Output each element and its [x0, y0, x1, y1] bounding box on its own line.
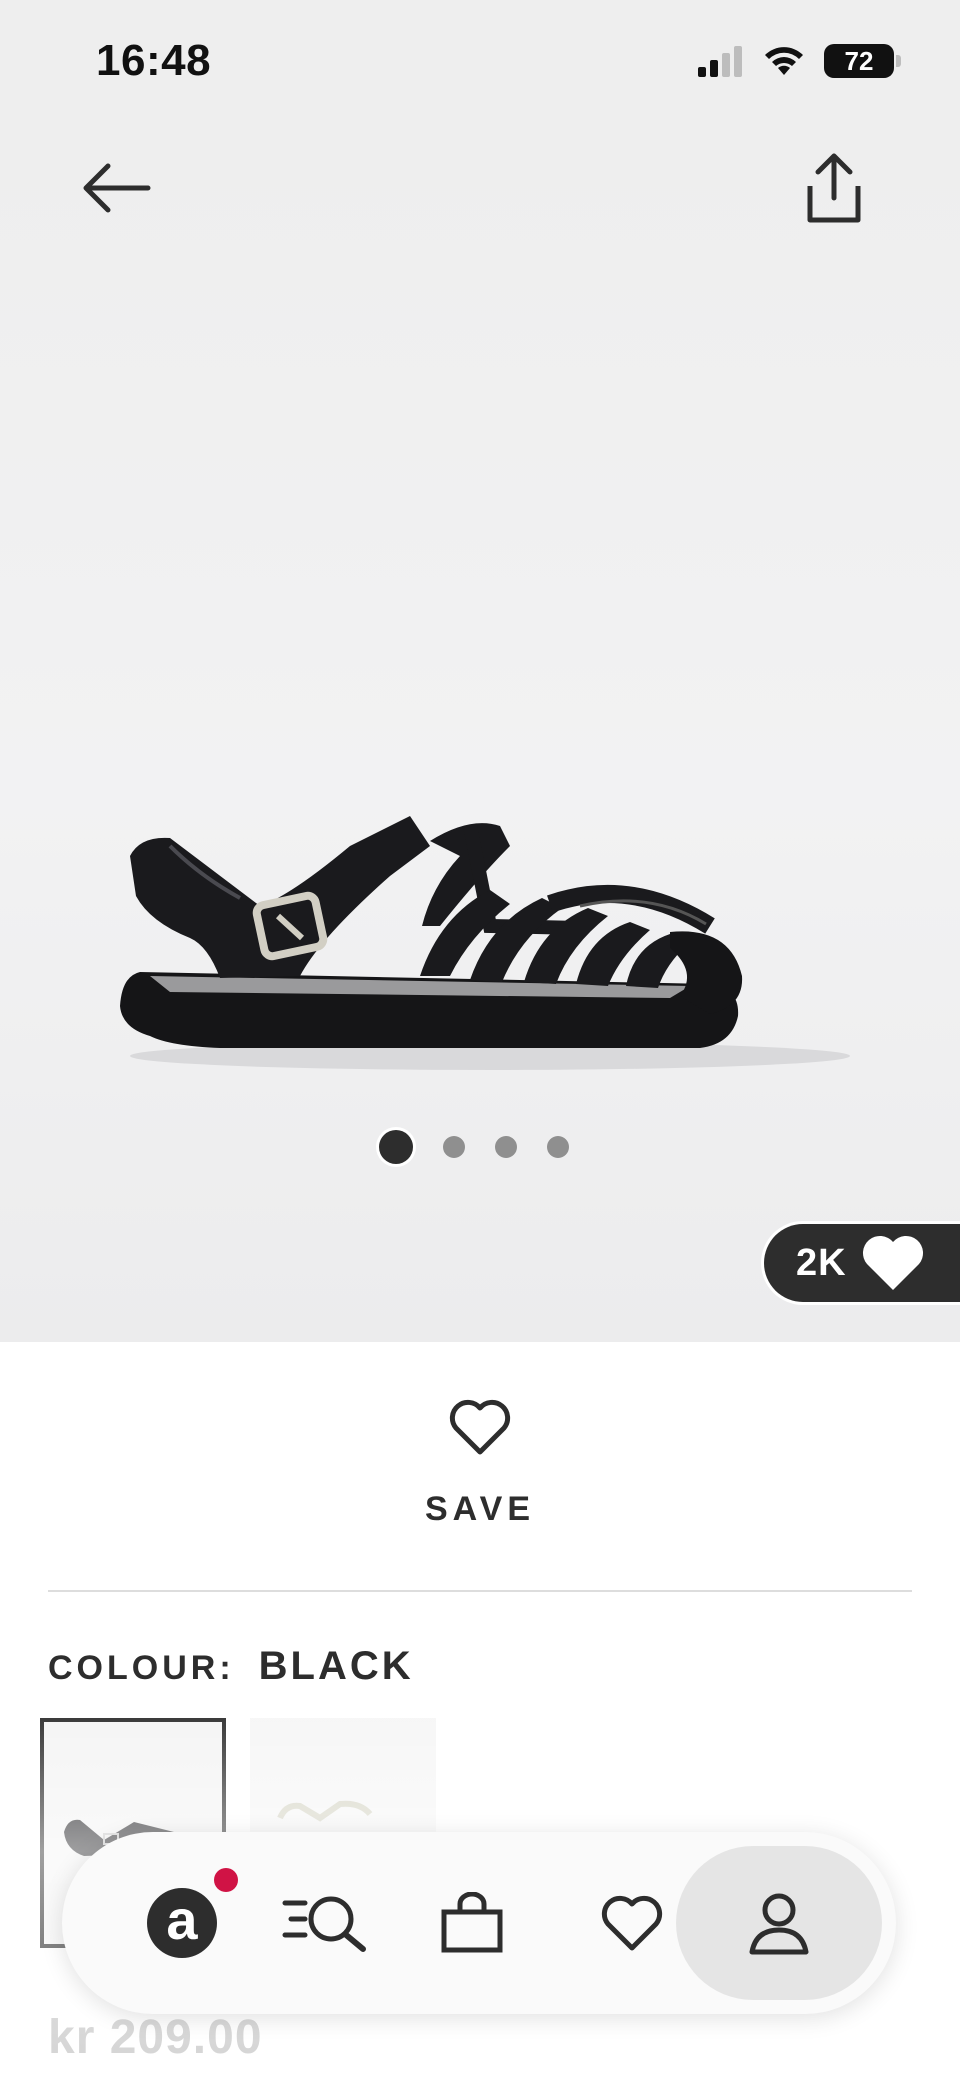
product-image [120, 816, 850, 1070]
nav-search[interactable] [262, 1832, 392, 2014]
signal-icon [698, 46, 742, 77]
status-bar: 16:48 72 [0, 0, 960, 116]
heart-icon [601, 1895, 663, 1951]
divider [48, 1590, 912, 1592]
status-icons: 72 [696, 44, 901, 78]
nav-bag[interactable] [412, 1832, 532, 2014]
asos-logo-icon: a [147, 1888, 217, 1958]
bag-icon [441, 1892, 503, 1953]
colour-label: COLOUR: [48, 1649, 235, 1687]
nav-home[interactable]: a [122, 1832, 242, 2014]
saves-count: 2K [796, 1241, 847, 1284]
save-section: SAVE [0, 1342, 960, 1592]
product-price: kr 209.00 [48, 2011, 263, 2064]
pagination-dot[interactable] [495, 1136, 517, 1158]
product-gallery[interactable]: 2K [0, 116, 960, 1342]
status-time: 16:48 [96, 36, 212, 85]
colour-row: COLOUR: BLACK [48, 1644, 414, 1689]
colour-value: BLACK [258, 1644, 414, 1688]
saves-count-badge[interactable]: 2K [764, 1224, 960, 1302]
gallery-pagination [0, 1130, 960, 1164]
wifi-icon [765, 47, 803, 75]
bottom-nav: a [62, 1832, 896, 2014]
search-icon [282, 1896, 366, 1952]
pagination-dot[interactable] [547, 1136, 569, 1158]
pagination-dot[interactable] [379, 1130, 413, 1164]
save-button[interactable]: SAVE [425, 1490, 535, 1529]
battery-indicator: 72 [824, 44, 901, 78]
nav-saved[interactable] [572, 1832, 692, 2014]
share-icon[interactable] [800, 150, 868, 226]
nav-account[interactable] [676, 1846, 882, 2000]
notification-dot [214, 1868, 238, 1892]
user-icon [749, 1893, 809, 1955]
arrow-left-icon[interactable] [78, 156, 154, 220]
heart-icon[interactable] [448, 1398, 512, 1456]
heart-icon [862, 1235, 923, 1290]
pagination-dot[interactable] [443, 1136, 465, 1158]
